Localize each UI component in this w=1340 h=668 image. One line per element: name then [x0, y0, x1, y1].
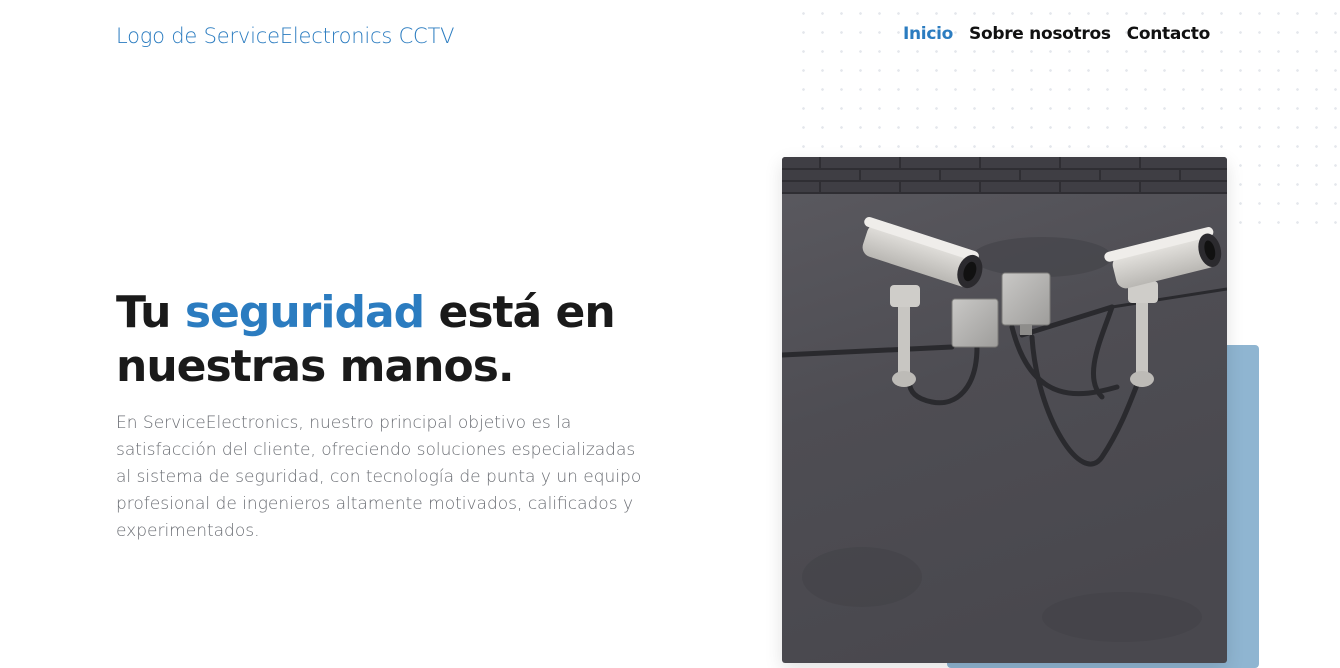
hero-title-part1: Tu [116, 287, 185, 338]
cctv-cameras-image [782, 157, 1227, 663]
nav-link-contacto[interactable]: Contacto [1127, 24, 1211, 44]
nav-link-sobre-nosotros[interactable]: Sobre nosotros [969, 24, 1111, 44]
hero-description: En ServiceElectronics, nuestro principal… [116, 413, 642, 541]
main-nav: Inicio Sobre nosotros Contacto [903, 24, 1210, 44]
site-logo[interactable]: Logo de ServiceElectronics CCTV [116, 24, 454, 48]
nav-link-inicio[interactable]: Inicio [903, 24, 953, 44]
hero-title: Tu seguridad está en nuestras manos. [116, 286, 716, 394]
hero-title-accent: seguridad [184, 287, 425, 338]
